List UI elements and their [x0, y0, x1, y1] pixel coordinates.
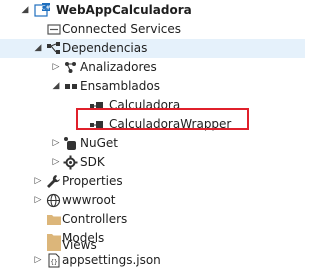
- collapse-arrow-icon[interactable]: ◢: [20, 1, 30, 20]
- tree-item-label: appsettings.json: [62, 253, 161, 267]
- highlight-box: [76, 108, 249, 130]
- tree-item-dependencias[interactable]: ◢ Dependencias: [0, 39, 305, 58]
- tree-item-nuget[interactable]: ▷ NuGet: [0, 134, 305, 153]
- analyzers-icon: [63, 60, 79, 75]
- tree-item-analizadores[interactable]: ▷ Analizadores: [0, 58, 305, 77]
- tree-item-appsettings[interactable]: ▷ {} appsettings.json: [0, 251, 305, 270]
- tree-item-project[interactable]: ◢ C# WebAppCalculadora: [0, 1, 305, 20]
- tree-item-label: WebAppCalculadora: [56, 3, 192, 17]
- expand-arrow-icon[interactable]: ▷: [33, 191, 43, 210]
- collapse-arrow-icon[interactable]: ◢: [33, 39, 43, 58]
- tree-item-label: NuGet: [80, 136, 118, 150]
- expand-arrow-icon[interactable]: ▷: [51, 134, 61, 153]
- collapse-arrow-icon[interactable]: ◢: [51, 77, 61, 96]
- tree-item-properties[interactable]: ▷ Properties: [0, 172, 305, 191]
- tree-item-label: SDK: [80, 155, 105, 169]
- tree-item-wwwroot[interactable]: ▷ wwwroot: [0, 191, 305, 210]
- svg-text:{}: {}: [50, 259, 57, 266]
- tree-item-label: Ensamblados: [80, 79, 160, 93]
- tree-item-controllers[interactable]: Controllers: [0, 210, 305, 229]
- tree-item-sdk[interactable]: ▷ SDK: [0, 153, 305, 172]
- json-file-icon: {}: [46, 253, 62, 268]
- tree-item-connected-services[interactable]: Connected Services: [0, 20, 305, 39]
- expand-arrow-icon[interactable]: ▷: [51, 153, 61, 172]
- sdk-icon: [63, 155, 79, 170]
- solution-explorer-tree: ◢ C# WebAppCalculadora Connected Service…: [0, 0, 305, 270]
- expand-arrow-icon[interactable]: ▷: [33, 251, 43, 270]
- tree-item-label: Connected Services: [62, 22, 182, 36]
- tree-item-label: Dependencias: [62, 41, 148, 55]
- tree-item-label: Analizadores: [80, 60, 157, 74]
- expand-arrow-icon[interactable]: ▷: [33, 172, 43, 191]
- tree-item-ensamblados[interactable]: ◢ Ensamblados: [0, 77, 305, 96]
- tree-item-label: Properties: [62, 174, 123, 188]
- svg-text:C#: C#: [41, 5, 50, 12]
- expand-arrow-icon[interactable]: ▷: [51, 58, 61, 77]
- wrench-icon: [46, 174, 62, 189]
- tree-item-label: wwwroot: [62, 193, 116, 207]
- dependencies-icon: [46, 41, 62, 56]
- csharp-project-icon: C#: [34, 3, 51, 18]
- connected-services-icon: [46, 22, 62, 37]
- tree-item-label: Controllers: [62, 212, 128, 226]
- folder-icon: [46, 212, 62, 227]
- assemblies-icon: [63, 79, 79, 94]
- globe-icon: [46, 193, 62, 208]
- nuget-icon: [63, 136, 79, 151]
